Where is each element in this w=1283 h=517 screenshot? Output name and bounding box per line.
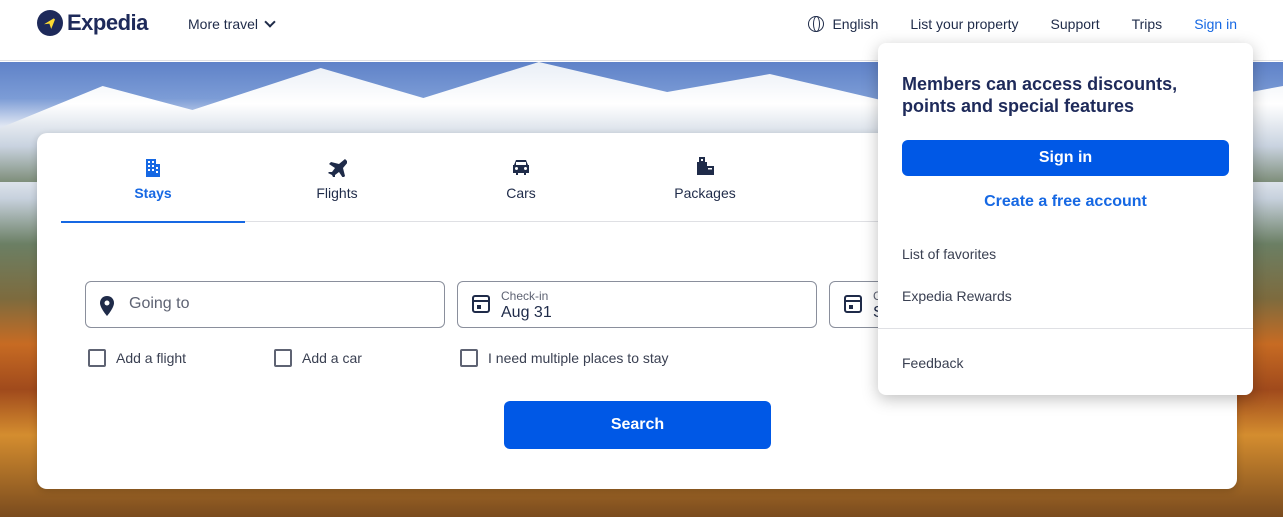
add-flight-checkbox[interactable]: Add a flight <box>88 349 274 367</box>
going-to-input[interactable]: Going to <box>85 281 445 328</box>
multiple-places-label: I need multiple places to stay <box>488 350 669 366</box>
tab-label: Stays <box>134 185 172 201</box>
tab-stays[interactable]: Stays <box>61 133 245 223</box>
luggage-icon <box>695 157 715 177</box>
checkbox-box[interactable] <box>88 349 106 367</box>
add-flight-label: Add a flight <box>116 350 187 366</box>
plane-icon <box>327 157 347 177</box>
search-button[interactable]: Search <box>504 401 771 449</box>
checkin-label: Check-in <box>501 289 549 303</box>
tab-label: Packages <box>674 185 736 201</box>
members-promo-title: Members can access discounts, points and… <box>902 74 1178 116</box>
search-options: Add a flight Add a car I need multiple p… <box>88 349 669 367</box>
favorites-link[interactable]: List of favorites <box>902 246 996 262</box>
tab-flights[interactable]: Flights <box>245 133 429 222</box>
tab-cars[interactable]: Cars <box>429 133 613 222</box>
add-car-checkbox[interactable]: Add a car <box>274 349 460 367</box>
checkin-date-field[interactable]: Check-in Aug 31 <box>457 281 817 328</box>
sign-in-dropdown: Members can access discounts, points and… <box>878 43 1253 395</box>
tab-packages[interactable]: Packages <box>613 133 797 222</box>
header-sign-in-link[interactable]: Sign in <box>1194 16 1237 32</box>
going-to-placeholder: Going to <box>129 295 190 312</box>
dropdown-sign-in-button[interactable]: Sign in <box>902 140 1229 176</box>
map-pin-icon <box>100 296 114 321</box>
more-travel-menu[interactable]: More travel <box>188 16 276 32</box>
logo-text: Expedia <box>67 10 148 35</box>
tab-label: Flights <box>316 185 358 201</box>
calendar-icon <box>472 295 490 313</box>
multiple-places-checkbox[interactable]: I need multiple places to stay <box>460 349 669 367</box>
trips-link[interactable]: Trips <box>1132 16 1163 32</box>
globe-icon <box>808 16 825 32</box>
language-selector[interactable]: English <box>808 16 878 32</box>
feedback-link[interactable]: Feedback <box>902 355 963 371</box>
chevron-down-icon <box>264 16 276 28</box>
building-icon <box>143 157 163 177</box>
support-link[interactable]: Support <box>1051 16 1100 32</box>
rewards-link[interactable]: Expedia Rewards <box>902 288 1012 304</box>
create-account-link[interactable]: Create a free account <box>902 193 1229 211</box>
header-nav: English List your property Support Trips… <box>776 16 1237 32</box>
checkbox-box[interactable] <box>460 349 478 367</box>
language-label: English <box>832 16 879 32</box>
tab-label: Cars <box>506 185 536 201</box>
menu-divider <box>878 328 1253 329</box>
list-property-link[interactable]: List your property <box>910 16 1018 32</box>
car-icon <box>511 157 531 177</box>
checkbox-box[interactable] <box>274 349 292 367</box>
add-car-label: Add a car <box>302 350 362 366</box>
expedia-logo[interactable]: Expedia <box>37 10 148 36</box>
more-travel-label: More travel <box>188 16 259 32</box>
expedia-logo-icon <box>37 10 63 36</box>
checkin-value: Aug 31 <box>501 304 552 321</box>
calendar-icon <box>844 295 862 313</box>
